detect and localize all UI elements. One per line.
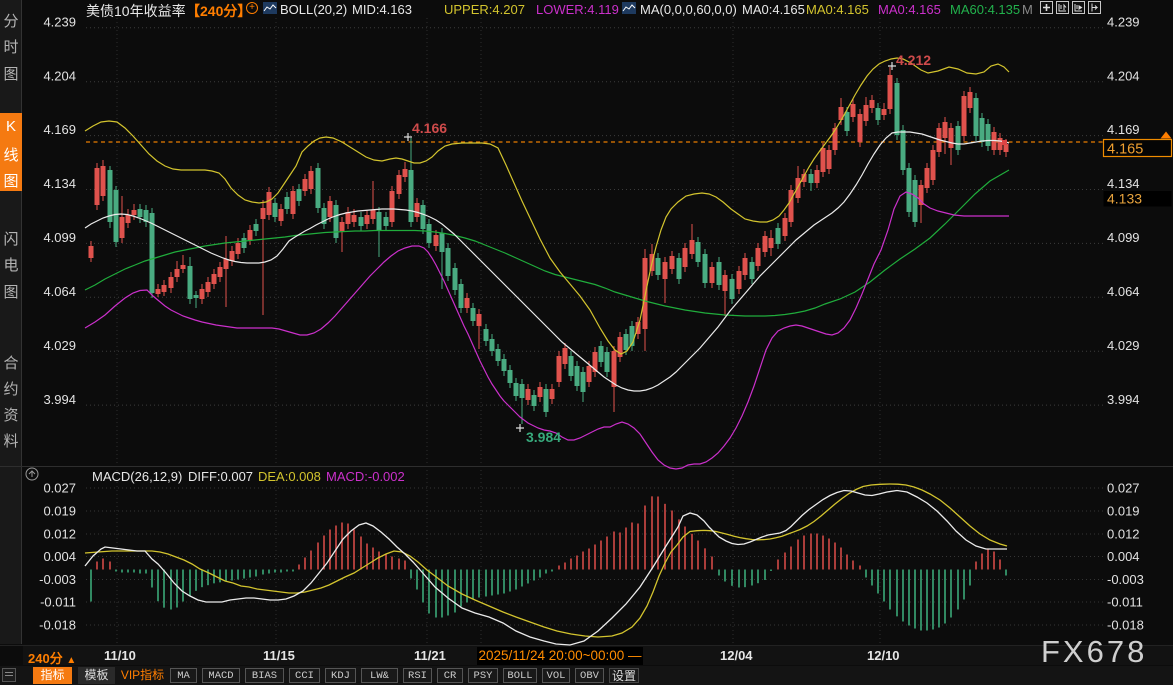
svg-text:0.004: 0.004 [1107,549,1140,564]
svg-text:-0.018: -0.018 [39,618,76,633]
svg-text:DIFF:0.007: DIFF:0.007 [188,469,253,484]
svg-text:DEA:0.008: DEA:0.008 [258,469,321,484]
svg-text:4.099: 4.099 [1107,230,1140,245]
svg-text:4.099: 4.099 [43,230,76,245]
svg-text:4.204: 4.204 [1107,68,1140,83]
svg-text:4.134: 4.134 [43,176,76,191]
svg-text:-0.003: -0.003 [1107,572,1144,587]
svg-text:4.029: 4.029 [43,338,76,353]
svg-text:0.004: 0.004 [43,549,76,564]
svg-text:4.212: 4.212 [896,52,931,68]
svg-text:4.166: 4.166 [412,120,447,136]
svg-text:4.204: 4.204 [43,68,76,83]
svg-text:4.029: 4.029 [1107,338,1140,353]
svg-text:0.027: 0.027 [1107,481,1140,496]
svg-text:4.239: 4.239 [1107,15,1140,30]
svg-text:-0.011: -0.011 [40,595,76,610]
svg-text:0.027: 0.027 [43,481,76,496]
svg-text:MACD(26,12,9): MACD(26,12,9) [92,469,182,484]
svg-text:4.064: 4.064 [1107,284,1140,299]
svg-text:4.134: 4.134 [1107,176,1140,191]
svg-text:4.064: 4.064 [43,284,76,299]
svg-text:3.984: 3.984 [526,429,561,445]
svg-text:4.169: 4.169 [43,122,76,137]
svg-text:MACD:-0.002: MACD:-0.002 [326,469,405,484]
svg-text:0.019: 0.019 [1107,504,1140,519]
svg-text:-0.011: -0.011 [1107,595,1143,610]
svg-text:0.012: 0.012 [1107,527,1140,542]
svg-text:3.994: 3.994 [1107,392,1140,407]
svg-text:0.012: 0.012 [43,527,76,542]
svg-text:3.994: 3.994 [43,392,76,407]
svg-text:4.133: 4.133 [1107,191,1142,207]
svg-text:-0.003: -0.003 [39,572,76,587]
svg-text:0.019: 0.019 [43,504,76,519]
svg-text:-0.018: -0.018 [1107,618,1144,633]
svg-text:4.169: 4.169 [1107,122,1140,137]
svg-text:4.239: 4.239 [43,15,76,30]
svg-text:4.165: 4.165 [1107,142,1143,158]
